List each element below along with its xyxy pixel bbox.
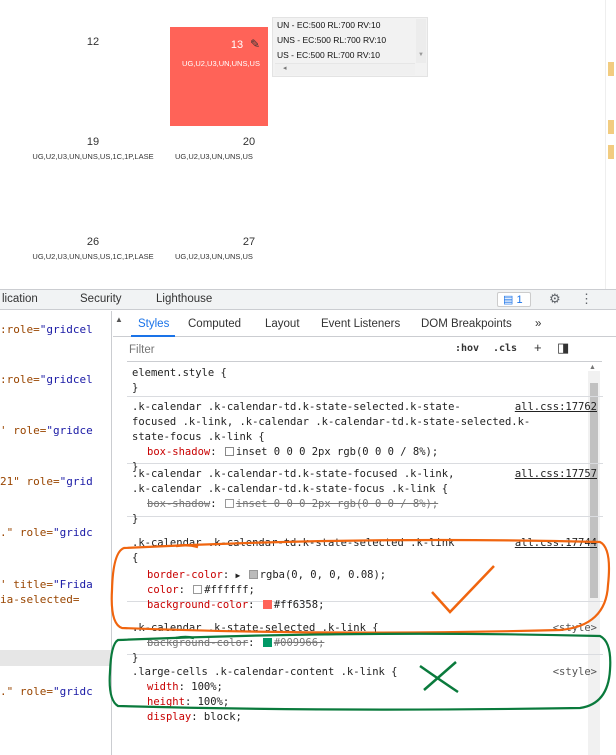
rule-source-style-tag: <style> [552,622,597,634]
edit-pencil-icon[interactable]: ✎ [250,37,260,51]
css-declaration[interactable]: display: block; [127,710,603,725]
toggle-sidebar-icon[interactable]: ◨ [557,340,569,356]
dom-row[interactable]: ." role="gridc [0,685,93,698]
color-swatch[interactable] [193,585,203,594]
rule-source-link[interactable]: all.css:17757 [515,467,597,482]
css-declaration[interactable]: width: 100%; [127,680,603,695]
day-number: 26 [86,236,100,248]
css-declaration[interactable]: box-shadow: inset 0 0 0 2px rgb(0 0 0 / … [127,445,603,460]
calendar-day-20[interactable]: 20 UG,U2,U3,UN,UNS,US [170,125,268,225]
filter-bar: :hov .cls + ◨ [127,338,602,362]
edge-marker [608,120,614,134]
css-declaration[interactable]: color: #ffffff; [127,583,603,598]
rule-source-link[interactable]: all.css:17744 [515,536,597,551]
tab-styles[interactable]: Styles [138,318,169,330]
css-rule[interactable]: all.css:17762 .k-calendar .k-calendar-td… [127,398,603,473]
popup-line: UN - EC:500 RL:700 RV:10 [277,20,381,30]
css-declaration-overridden[interactable]: box-shadow: inset 0 0 0 2px rgb(0 0 0 / … [127,497,603,512]
devtools-top-tabbar: lication Security Lighthouse ▤ 1 ⚙ ⋮ [0,290,616,310]
dom-row[interactable]: 21" role="grid [0,475,93,488]
tab-security[interactable]: Security [80,293,122,305]
calendar-day-12[interactable]: 12 [44,25,142,125]
rule-selector[interactable]: .k-calendar .k-state-selected .k-link { [127,621,603,636]
gear-icon[interactable]: ⚙ [549,291,561,307]
scroll-left-arrow-icon[interactable]: ◂ [283,64,287,72]
css-rule-overridden[interactable]: <style> .k-calendar .k-state-selected .k… [127,603,603,664]
color-swatch[interactable] [248,570,258,579]
styles-filter-input[interactable] [129,341,439,358]
day-tags: UG,U2,U3,UN,UNS,US,1C,1P,LASE [32,252,154,261]
calendar: 12 13 ✎ UG,U2,U3,UN,UNS,US 19 UG,U2,U3,U… [0,0,616,290]
day-tags: UG,U2,U3,UN,UNS,US [175,152,253,161]
day-number: 12 [86,36,100,48]
styles-pane: ▲ Styles Computed Layout Event Listeners… [113,311,616,755]
issues-badge[interactable]: ▤ 1 [497,292,531,307]
cls-toggle-button[interactable]: .cls [493,343,517,354]
rule-selector[interactable]: element.style { [127,366,603,381]
popup-horizontal-scrollbar[interactable] [275,63,415,75]
scroll-down-arrow-icon[interactable]: ▼ [418,52,424,58]
add-rule-plus-icon[interactable]: + [534,340,542,355]
css-declaration[interactable]: border-color: ▶ rgba(0, 0, 0, 0.08); [127,568,603,583]
edge-marker [608,62,614,76]
day-number: 19 [86,136,100,148]
css-declaration[interactable]: height: 100%; [127,695,603,710]
styles-tabbar: ▲ Styles Computed Layout Event Listeners… [113,311,616,337]
day-tags: UG,U2,U3,UN,UNS,US,1C,1P,LASE [32,152,154,161]
collapse-up-icon[interactable]: ▲ [115,315,123,324]
selected-node-highlight [0,650,111,666]
css-rule[interactable]: <style> .large-cells .k-calendar-content… [127,663,603,755]
issues-icon: ▤ [503,294,514,306]
css-rule-selected-link[interactable]: all.css:17744 .k-calendar .k-calendar-td… [127,518,603,611]
rule-selector[interactable]: .large-cells .k-calendar-content .k-link… [127,665,603,680]
devtools-panel: lication Security Lighthouse ▤ 1 ⚙ ⋮ :ro… [0,289,616,755]
day-details-popup: UN - EC:500 RL:700 RV:10 UNS - EC:500 RL… [272,17,428,77]
calendar-day-19[interactable]: 19 UG,U2,U3,UN,UNS,US,1C,1P,LASE [32,125,153,225]
rule-close-brace: } [132,382,139,394]
shadow-editor-icon[interactable] [224,499,234,508]
edge-marker [608,145,614,159]
shadow-editor-icon[interactable] [224,447,234,456]
day-tags: UG,U2,U3,UN,UNS,US [175,252,253,261]
day-number: 27 [242,236,256,248]
tab-computed[interactable]: Computed [188,318,241,330]
active-tab-underline [131,335,175,337]
more-tabs-chevron-icon[interactable]: » [535,318,541,330]
popup-line: US - EC:500 RL:700 RV:10 [277,50,381,60]
tab-dom-breakpoints[interactable]: DOM Breakpoints [421,318,512,330]
tab-lighthouse[interactable]: Lighthouse [156,293,212,305]
day-tags: UG,U2,U3,UN,UNS,US [182,59,260,68]
tab-application[interactable]: lication [2,293,38,305]
dom-row[interactable]: :role="gridcel [0,373,93,386]
dom-row[interactable]: ' title="Frida [0,578,93,591]
css-rule-element-style[interactable]: element.style { } [127,363,603,397]
css-declaration-overridden[interactable]: background-color: #009966; [127,636,603,651]
rule-open-brace: { [132,552,139,564]
hov-toggle-button[interactable]: :hov [455,343,479,354]
css-rules-list: element.style { } all.css:17762 .k-calen… [127,363,603,755]
elements-tree[interactable]: :role="gridcel :role="gridcel ' role="gr… [0,311,112,755]
tab-event-listeners[interactable]: Event Listeners [321,318,400,330]
issues-count: 1 [516,294,523,306]
dom-row[interactable]: ' role="gridce [0,424,93,437]
more-vertical-icon[interactable]: ⋮ [580,291,593,307]
tab-layout[interactable]: Layout [265,318,300,330]
day-number: 20 [242,136,256,148]
calendar-day-13-selected[interactable]: 13 ✎ UG,U2,U3,UN,UNS,US [170,27,268,126]
css-rule[interactable]: all.css:17757 .k-calendar .k-calendar-td… [127,465,603,525]
dom-row[interactable]: ." role="gridc [0,526,93,539]
color-swatch[interactable] [262,638,272,647]
rule-source-link[interactable]: all.css:17762 [515,400,597,415]
dom-row[interactable]: ia-selected= [0,593,79,606]
dom-row[interactable]: :role="gridcel [0,323,93,336]
popup-line: UNS - EC:500 RL:700 RV:10 [277,35,387,45]
rule-source-style-tag: <style> [552,666,597,678]
